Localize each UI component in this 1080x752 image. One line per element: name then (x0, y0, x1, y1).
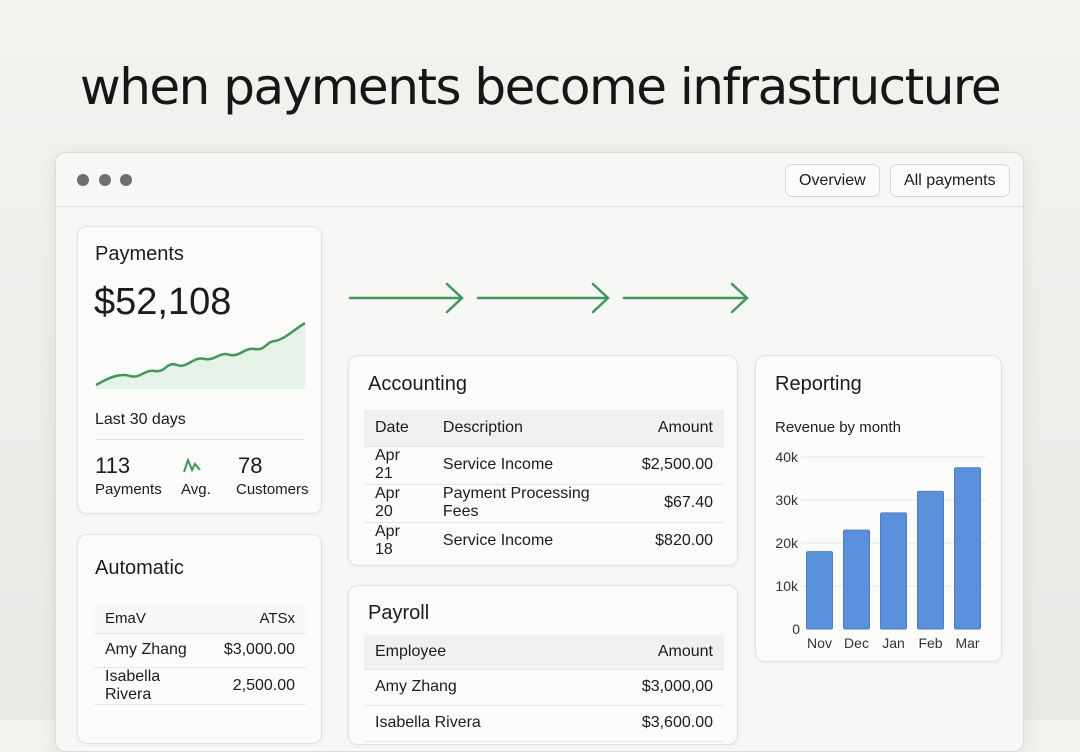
column-header: EmaV (94, 605, 213, 634)
table-row[interactable]: Isabella Rivera 2,500.00 (94, 667, 306, 705)
column-header: Date (364, 410, 432, 447)
accounting-table: Date Description Amount Apr 21 Service Inco… (364, 410, 724, 560)
arrow-right-icon (348, 282, 464, 314)
amount-cell: $820.00 (655, 532, 713, 550)
window-dot-icon[interactable] (99, 174, 111, 186)
window-dot-icon[interactable] (120, 174, 132, 186)
y-tick-label: 40k (775, 449, 799, 465)
bar-nov (806, 551, 833, 630)
revenue-bar-chart: 0 10k 20k 30k 40k Nov Dec Jan Feb Mar (775, 449, 986, 651)
bar-dec (843, 529, 870, 630)
date-cell: Apr 18 (375, 523, 400, 559)
avg-label: Avg. (181, 481, 211, 498)
amount-cell: $2,500.00 (630, 446, 724, 485)
all-payments-button[interactable]: All payments (890, 164, 1010, 197)
title-bar: Overview All payments (56, 153, 1023, 207)
x-tick-label: Dec (844, 635, 869, 651)
table-row[interactable]: Apr 21 Service Income $2,500.00 (364, 446, 724, 485)
employee-cell: Isabella Rivera (364, 705, 573, 742)
payroll-title: Payroll (368, 602, 430, 624)
arrow-right-icon (476, 282, 610, 314)
customers-label: Customers (236, 481, 309, 498)
payments-amount: $52,108 (94, 281, 232, 323)
trend-icon (183, 458, 201, 473)
x-tick-label: Mar (955, 635, 979, 651)
overview-button[interactable]: Overview (785, 164, 880, 197)
column-header: Employee (364, 635, 573, 670)
description-cell: Service Income (431, 446, 631, 485)
amount-cell: $3,000.00 (212, 633, 306, 668)
date-cell: Apr 21 (364, 446, 432, 485)
accounting-card: Accounting Date Description Amount Apr 21 S… (348, 355, 738, 566)
date-cell: Apr 20 (364, 484, 432, 523)
accounting-title: Accounting (368, 373, 467, 395)
table-row[interactable]: Amy Zhang $3,000.00 (94, 633, 306, 668)
employee-cell: Amy Zhang (94, 633, 213, 668)
employee-cell: Amy Zhang (364, 669, 573, 706)
reporting-card: Reporting Revenue by month 0 10k 20k 30k 40k… (755, 355, 1002, 662)
bar-jan (880, 512, 907, 630)
headline: when payments become infrastructure (79, 58, 1002, 116)
bar-mar (954, 467, 981, 630)
table-row[interactable]: Isabella Rivera $3,600.00 (364, 705, 724, 742)
bar-feb (917, 490, 944, 630)
payments-sparkline (95, 321, 306, 389)
table-row[interactable]: Amy Zhang $3,000,00 (364, 669, 724, 706)
y-tick-label: 30k (775, 492, 799, 508)
amount-cell: 2,500.00 (212, 667, 306, 705)
description-cell: Service Income (442, 532, 554, 550)
y-tick-label: 10k (775, 578, 799, 594)
amount-cell: $3,000,00 (572, 669, 724, 706)
amount-cell: $3,600.00 (572, 705, 724, 742)
employee-cell: Isabella Rivera (94, 667, 213, 705)
x-tick-label: Jan (882, 635, 905, 651)
customers-count: 78 (238, 453, 263, 478)
column-header: Amount (572, 635, 724, 670)
payroll-card: Payroll Employee Amount Amy Zhang $3,000,0… (348, 585, 738, 745)
table-row[interactable]: Apr 20 Payment Processing Fees $67.40 (364, 484, 724, 523)
payments-card: Payments $52,108 Last 30 days 113 Paymen… (77, 226, 322, 514)
payroll-table: Employee Amount Amy Zhang $3,000,00 Isabel… (364, 635, 724, 742)
arrow-right-icon (622, 282, 749, 314)
automatic-table: EmaV ATSx Amy Zhang $3,000.00 Isabella Riv… (94, 605, 306, 705)
period-label: Last 30 days (95, 411, 186, 428)
column-header: Amount (630, 410, 724, 447)
amount-cell: $67.40 (630, 484, 724, 523)
y-tick-label: 20k (775, 535, 799, 551)
column-header: Description (431, 410, 631, 447)
payments-count-label: Payments (95, 481, 162, 498)
column-header: ATSx (212, 605, 306, 634)
payments-count: 113 (95, 453, 131, 478)
table-row[interactable]: Apr 18 Service Income $820.00 (364, 522, 724, 560)
x-tick-label: Nov (807, 635, 832, 651)
x-tick-label: Feb (918, 635, 942, 651)
payments-title: Payments (95, 243, 184, 265)
y-tick-label: 0 (792, 621, 800, 637)
window-dot-icon[interactable] (77, 174, 89, 186)
automatic-card: Automatic EmaV ATSx Amy Zhang $3,000.00 Is… (77, 534, 322, 744)
description-cell: Payment Processing Fees (431, 484, 631, 523)
automatic-title: Automatic (95, 557, 184, 579)
flow-arrows (348, 282, 749, 314)
